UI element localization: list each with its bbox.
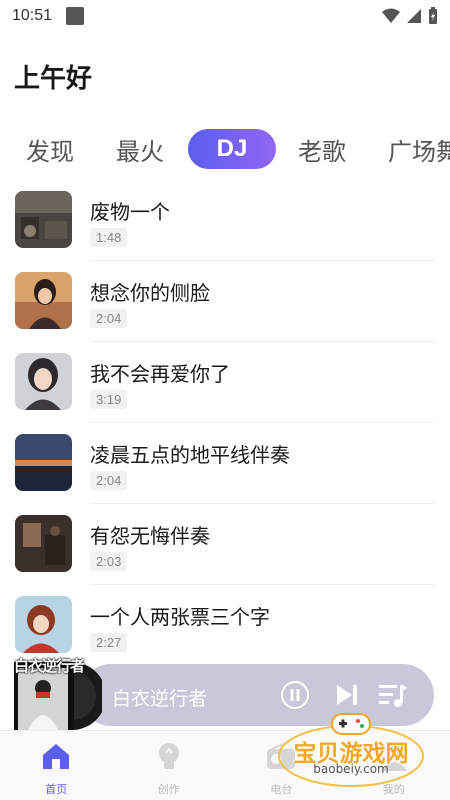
notification-icon: [66, 7, 85, 25]
category-tabs: 发现 最火 DJ 老歌 广场舞: [0, 124, 450, 174]
song-cover: [15, 353, 72, 410]
song-duration: 2:27: [90, 633, 128, 652]
song-duration: 2:04: [90, 309, 128, 328]
tab-dj[interactable]: DJ: [188, 129, 276, 169]
signal-icon: [407, 9, 421, 23]
song-title: 一个人两张票三个字: [90, 605, 270, 629]
song-item[interactable]: 想念你的侧脸 2:04: [0, 261, 450, 342]
tab-hottest[interactable]: 最火: [116, 132, 164, 167]
tab-square-dance[interactable]: 广场舞: [388, 132, 450, 167]
song-cover: [15, 515, 72, 572]
song-item[interactable]: 一个人两张票三个字 2:27: [0, 585, 450, 666]
status-bar: 10:51: [0, 0, 450, 32]
greeting-title: 上午好: [14, 64, 93, 94]
song-cover: [15, 191, 72, 248]
watermark-url: baobeiy.com: [313, 762, 389, 776]
status-time: 10:51: [12, 7, 53, 24]
song-duration: 3:19: [90, 390, 128, 409]
player-song-title: 白衣逆行者: [112, 688, 208, 710]
home-icon: [43, 744, 70, 769]
nav-home[interactable]: 首页: [0, 731, 113, 800]
song-title: 凌晨五点的地平线伴奏: [90, 443, 290, 467]
song-item[interactable]: 废物一个 1:48: [0, 180, 450, 261]
lightbulb-icon: [158, 743, 179, 769]
song-cover: [15, 434, 72, 491]
now-playing-cover-text: 白衣逆行者: [14, 657, 85, 675]
song-item[interactable]: 有怨无悔伴奏 2:03: [0, 504, 450, 585]
song-duration: 2:04: [90, 471, 128, 490]
next-track-button[interactable]: [334, 682, 360, 708]
playlist-button[interactable]: [378, 682, 408, 710]
nav-label: 创作: [157, 783, 180, 796]
song-list: 废物一个 1:48 想念你的侧脸 2:04 我不会再爱你了 3:19 凌晨五点的…: [0, 180, 450, 666]
song-duration: 2:03: [90, 552, 128, 571]
watermark: 宝贝游戏网 baobeiy.com: [276, 708, 426, 788]
tab-discover[interactable]: 发现: [26, 132, 74, 167]
song-title: 有怨无悔伴奏: [90, 524, 210, 548]
song-title: 废物一个: [90, 200, 170, 224]
song-cover: [15, 596, 72, 653]
tab-oldies[interactable]: 老歌: [298, 132, 346, 167]
song-title: 我不会再爱你了: [90, 362, 230, 386]
nav-label: 首页: [45, 783, 68, 796]
battery-icon: [429, 7, 437, 24]
wifi-icon: [382, 8, 400, 23]
song-item[interactable]: 我不会再爱你了 3:19: [0, 342, 450, 423]
song-title: 想念你的侧脸: [90, 281, 210, 305]
nav-create[interactable]: 创作: [113, 731, 226, 800]
song-duration: 1:48: [90, 228, 128, 247]
song-cover: [15, 272, 72, 329]
song-item[interactable]: 凌晨五点的地平线伴奏 2:04: [0, 423, 450, 504]
pause-button[interactable]: [280, 680, 310, 710]
